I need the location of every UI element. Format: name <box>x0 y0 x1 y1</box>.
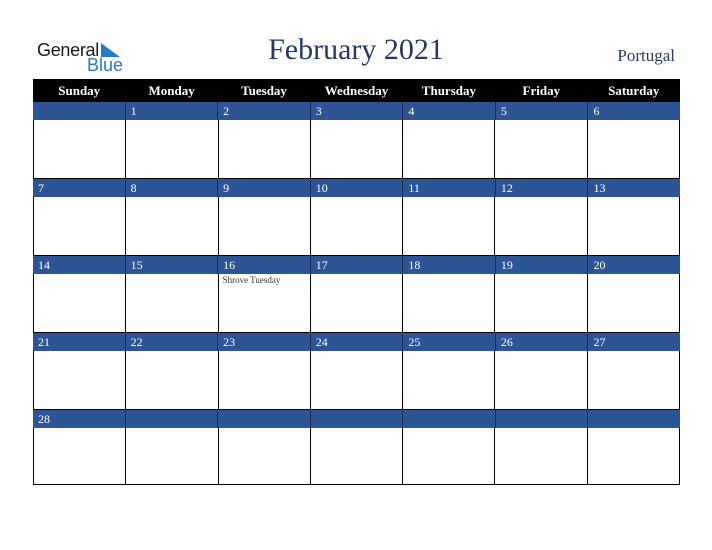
day-number: 22 <box>124 333 218 351</box>
day-number: 11 <box>402 179 495 197</box>
day-cell-event[interactable] <box>402 428 494 484</box>
day-number <box>402 410 495 428</box>
day-cell-event[interactable] <box>494 197 586 255</box>
day-cell-event[interactable] <box>125 120 217 178</box>
weekday-monday: Monday <box>148 83 195 98</box>
day-cell-event[interactable] <box>217 351 310 409</box>
day-cell-event[interactable] <box>586 351 680 409</box>
day-number: 13 <box>587 179 680 197</box>
day-cell-event[interactable] <box>33 120 125 178</box>
day-number <box>124 410 218 428</box>
date-band: 14 15 16 17 18 19 20 <box>33 256 680 274</box>
day-cell-event[interactable] <box>402 120 494 178</box>
day-number <box>33 102 125 120</box>
day-number: 14 <box>38 258 50 272</box>
calendar-week: 123456 <box>33 102 680 179</box>
day-cell-event[interactable] <box>494 428 586 484</box>
day-cell-event[interactable] <box>402 351 494 409</box>
day-number: 19 <box>494 256 588 274</box>
day-cell-event[interactable] <box>217 197 310 255</box>
day-cell-event[interactable] <box>33 197 125 255</box>
day-cell-event[interactable] <box>586 197 680 255</box>
day-cell-event[interactable] <box>309 428 402 484</box>
day-number <box>217 410 310 428</box>
day-number <box>587 410 680 428</box>
day-number: 18 <box>402 256 495 274</box>
day-cell-event[interactable] <box>33 428 125 484</box>
day-cell-event[interactable] <box>494 351 586 409</box>
day-number: 17 <box>309 256 403 274</box>
day-cell-event[interactable] <box>309 197 402 255</box>
weekday-header: Sunday Monday Tuesday Wednesday Thursday… <box>33 79 680 102</box>
calendar-week: 7 8 9 10 11 12 13 <box>33 179 680 256</box>
calendar-week: 21 22 23 24 25 26 27 <box>33 333 680 410</box>
day-number: 21 <box>38 335 50 349</box>
day-number: 1 <box>124 102 218 120</box>
day-cell-event[interactable] <box>125 274 217 332</box>
day-cells <box>33 351 680 410</box>
day-number: 12 <box>494 179 588 197</box>
day-number: 10 <box>309 179 403 197</box>
day-cell-event[interactable] <box>402 274 494 332</box>
day-number: 3 <box>309 102 403 120</box>
weekday-thursday: Thursday <box>421 83 476 98</box>
weekday-sunday: Sunday <box>58 83 101 98</box>
day-number: 4 <box>402 102 495 120</box>
day-number: 16 <box>217 256 310 274</box>
calendar-week: 28 <box>33 410 680 487</box>
page-title: February 2021 <box>268 33 444 66</box>
day-cell-event[interactable] <box>33 351 125 409</box>
date-band: 28 <box>33 410 680 428</box>
day-cell-event[interactable] <box>125 197 217 255</box>
day-number: 8 <box>124 179 218 197</box>
country-label: Portugal <box>617 46 675 65</box>
day-number: 26 <box>494 333 588 351</box>
day-number <box>494 410 588 428</box>
day-cell-event[interactable] <box>33 274 125 332</box>
day-cell-event[interactable] <box>402 197 494 255</box>
day-number: 24 <box>309 333 403 351</box>
calendar-grid: Sunday Monday Tuesday Wednesday Thursday… <box>33 79 680 487</box>
day-cells <box>33 428 680 485</box>
day-number: 27 <box>587 333 680 351</box>
day-cell-event[interactable] <box>586 428 680 484</box>
date-band: 7 8 9 10 11 12 13 <box>33 179 680 197</box>
day-number: 5 <box>494 102 588 120</box>
day-number: 15 <box>124 256 218 274</box>
day-cell-event[interactable] <box>217 120 310 178</box>
day-number: 6 <box>587 102 680 120</box>
day-cell-event[interactable] <box>494 274 586 332</box>
day-number: 25 <box>402 333 495 351</box>
day-cell-event[interactable] <box>309 274 402 332</box>
date-band: 21 22 23 24 25 26 27 <box>33 333 680 351</box>
day-cells: Shrove Tuesday <box>33 274 680 333</box>
day-cell-event[interactable] <box>125 351 217 409</box>
day-cell-event[interactable] <box>586 120 680 178</box>
day-number: 2 <box>217 102 310 120</box>
day-number: 9 <box>217 179 310 197</box>
weekday-wednesday: Wednesday <box>324 83 389 98</box>
day-number: 28 <box>38 412 50 426</box>
day-cell-event[interactable] <box>217 428 310 484</box>
day-cells <box>33 120 680 179</box>
day-cell-event[interactable] <box>309 120 402 178</box>
weekday-friday: Friday <box>522 83 561 98</box>
day-number: 7 <box>38 181 44 195</box>
day-cell-event[interactable] <box>125 428 217 484</box>
weekday-saturday: Saturday <box>608 83 660 98</box>
day-cell-event[interactable] <box>309 351 402 409</box>
weekday-tuesday: Tuesday <box>241 83 287 98</box>
day-cell-event[interactable]: Shrove Tuesday <box>217 274 310 332</box>
calendar-week: 14 15 16 17 18 19 20 Shrove Tuesday <box>33 256 680 333</box>
date-band: 123456 <box>33 102 680 120</box>
day-number: 23 <box>217 333 310 351</box>
day-number <box>309 410 403 428</box>
day-cells <box>33 197 680 256</box>
day-number: 20 <box>587 256 680 274</box>
day-cell-event[interactable] <box>586 274 680 332</box>
day-cell-event[interactable] <box>494 120 586 178</box>
